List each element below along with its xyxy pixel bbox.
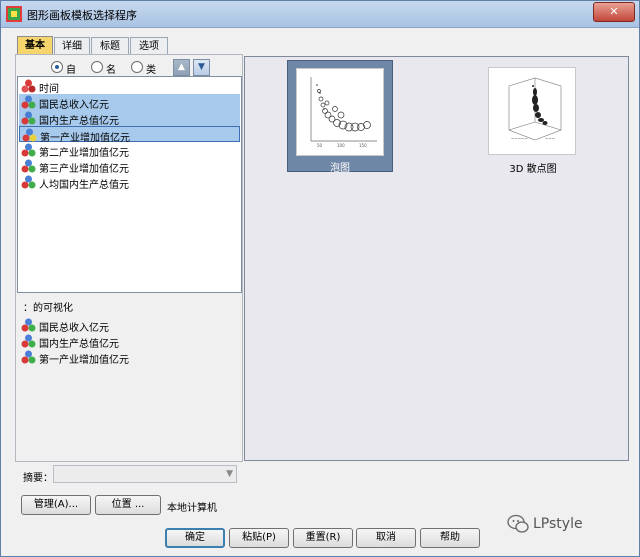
gallery-item-3d-scatter[interactable]: ~~~~~ ~~~ 3D 散点图 xyxy=(483,60,583,175)
tab-basic[interactable]: 基本 xyxy=(17,36,53,55)
variable-label: 国内生产总值亿元 xyxy=(39,116,119,127)
sort-ascending-button[interactable]: ▲ xyxy=(173,59,190,76)
svg-text:~~~~~: ~~~~~ xyxy=(511,136,528,141)
3d-scatter-icon: ~~~~~ ~~~ xyxy=(508,77,562,141)
scale-variable-icon xyxy=(21,350,36,364)
location-value: 本地计算机 xyxy=(167,503,217,514)
svg-text:150: 150 xyxy=(359,143,367,148)
visualization-item-label: 国民总收入亿元 xyxy=(39,323,109,334)
scale-variable-icon xyxy=(21,111,36,125)
variable-label: 时间 xyxy=(39,84,59,95)
location-button[interactable]: 位置 ... xyxy=(95,495,161,515)
variable-label: 第三产业增加值亿元 xyxy=(39,164,129,175)
window-title: 图形画板模板选择程序 xyxy=(27,9,137,22)
summary-label: 摘要： xyxy=(23,473,53,484)
scale-variable-icon xyxy=(22,128,37,142)
scale-variable-icon xyxy=(21,334,36,348)
visualization-item: 国民总收入亿元 xyxy=(19,317,219,334)
list-item[interactable]: 国民总收入亿元 xyxy=(19,94,240,111)
manage-button[interactable]: 管理(A)... xyxy=(21,495,91,515)
tab-titles[interactable]: 标题 xyxy=(91,37,129,54)
list-item[interactable]: 第一产业增加值亿元 xyxy=(19,126,240,144)
gallery-item-label: 3D 散点图 xyxy=(509,164,557,175)
list-item[interactable]: 时间 xyxy=(19,78,240,95)
scale-variable-icon xyxy=(21,159,36,173)
close-button[interactable]: ✕ xyxy=(593,2,635,22)
chart-gallery: 50 100 150 泡图 ~~~~~ ~~~ 3D 散点图 xyxy=(244,56,629,461)
gallery-item-bubble[interactable]: 50 100 150 泡图 xyxy=(287,60,393,174)
watermark-text: LPstyle xyxy=(533,516,583,532)
date-variable-icon xyxy=(21,79,36,93)
sort-descending-button[interactable]: ▼ xyxy=(193,59,210,76)
chevron-down-icon: ▼ xyxy=(226,469,233,479)
cancel-button[interactable]: 取消 xyxy=(356,528,416,548)
reset-button[interactable]: 重置(R) xyxy=(293,528,353,548)
visualization-item-label: 国内生产总值亿元 xyxy=(39,339,119,350)
variable-label: 国民总收入亿元 xyxy=(39,100,109,111)
scale-variable-icon xyxy=(21,95,36,109)
visualization-item: 第一产业增加值亿元 xyxy=(19,349,219,366)
ok-button[interactable]: 确定 xyxy=(165,528,225,548)
visualization-label: ：的可视化 xyxy=(23,303,73,314)
summary-dropdown[interactable]: ▼ xyxy=(53,465,237,483)
variable-label: 第二产业增加值亿元 xyxy=(39,148,129,159)
watermark: LPstyle xyxy=(507,514,583,533)
svg-text:~~~: ~~~ xyxy=(545,136,555,141)
scale-variable-icon xyxy=(21,175,36,189)
bubble-chart-icon: 50 100 150 xyxy=(310,77,377,148)
variable-list[interactable]: 时间 国民总收入亿元 国内生产总值亿元 第一产业增加值亿元 第二产业增加值亿元 xyxy=(17,76,242,293)
dialog-window: 图形画板模板选择程序 ✕ 基本 详细 标题 选项 自然 名称 类型 ▲ ▼ 时间 xyxy=(0,0,640,557)
visualization-item: 国内生产总值亿元 xyxy=(19,333,219,350)
help-button[interactable]: 帮助 xyxy=(420,528,480,548)
sort-name-radio[interactable] xyxy=(91,61,103,73)
gallery-item-label: 泡图 xyxy=(330,163,350,174)
svg-text:100: 100 xyxy=(337,143,345,148)
scale-variable-icon xyxy=(21,143,36,157)
tab-detail[interactable]: 详细 xyxy=(54,37,90,54)
list-item[interactable]: 国内生产总值亿元 xyxy=(19,110,240,127)
3d-scatter-thumbnail: ~~~~~ ~~~ xyxy=(488,67,576,155)
svg-text:50: 50 xyxy=(317,143,323,148)
visualization-item-label: 第一产业增加值亿元 xyxy=(39,355,129,366)
wechat-icon xyxy=(507,514,529,533)
title-bar[interactable]: 图形画板模板选择程序 ✕ xyxy=(1,1,639,28)
scale-variable-icon xyxy=(21,318,36,332)
app-icon xyxy=(6,6,22,22)
list-item[interactable]: 第二产业增加值亿元 xyxy=(19,142,240,159)
sort-type-radio[interactable] xyxy=(131,61,143,73)
list-item[interactable]: 第三产业增加值亿元 xyxy=(19,158,240,175)
list-item[interactable]: 人均国内生产总值元 xyxy=(19,174,240,191)
bubble-chart-thumbnail: 50 100 150 xyxy=(296,68,384,156)
tab-options[interactable]: 选项 xyxy=(130,37,168,54)
variable-label: 人均国内生产总值元 xyxy=(39,180,129,191)
sort-natural-radio[interactable] xyxy=(51,61,63,73)
paste-button[interactable]: 粘贴(P) xyxy=(229,528,289,548)
